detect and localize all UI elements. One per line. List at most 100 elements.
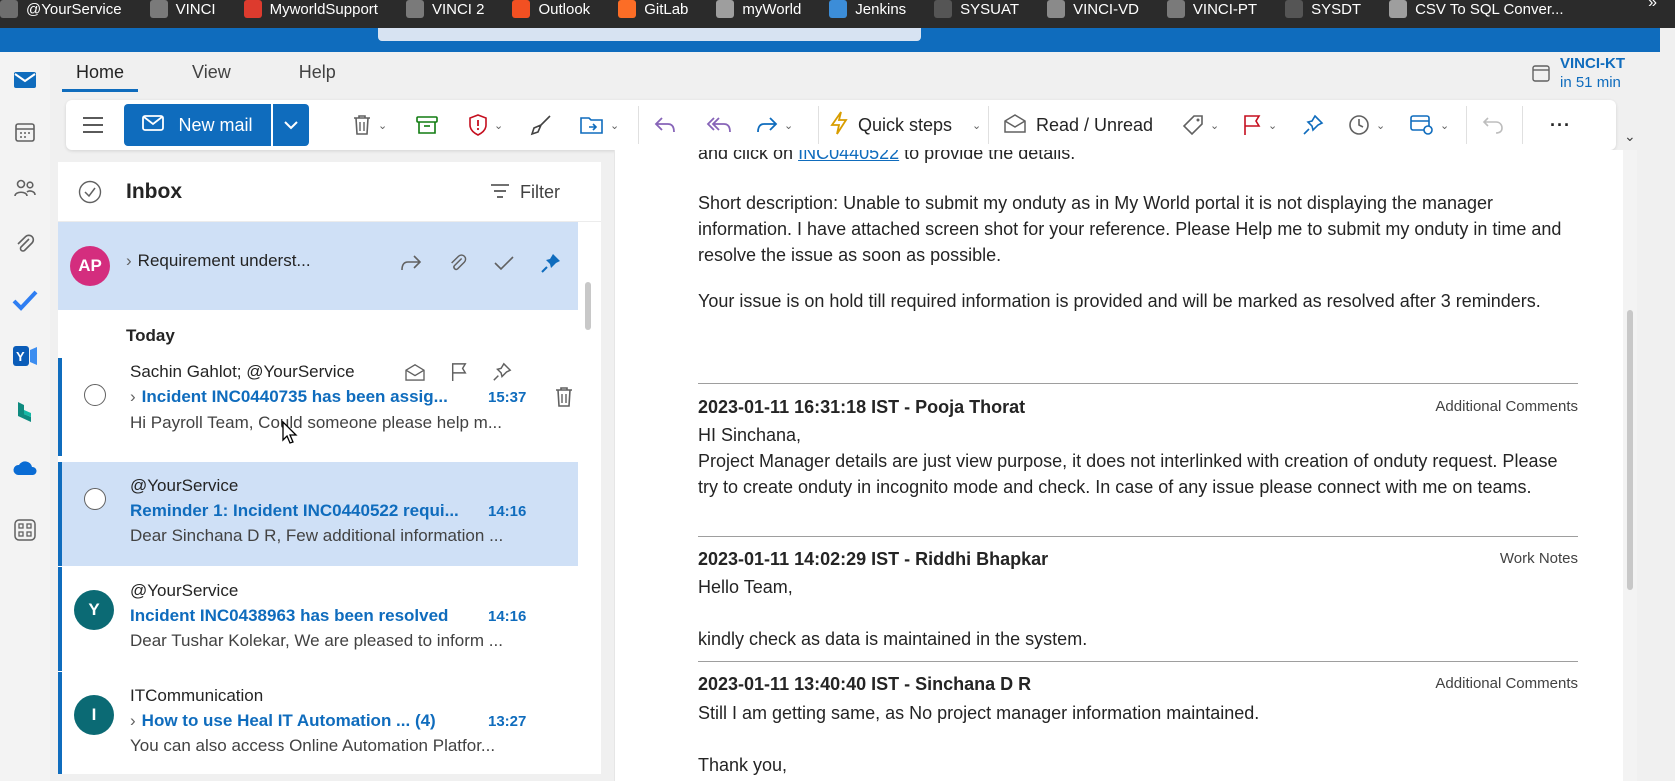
mouse-cursor-icon <box>282 420 298 451</box>
read-unread-button[interactable]: Read / Unread <box>1004 100 1153 150</box>
people-icon[interactable] <box>11 174 39 202</box>
toolbar-separator <box>1466 106 1467 144</box>
search-box[interactable] <box>378 28 921 41</box>
list-item-selected[interactable]: @YourService Reminder 1: Incident INC044… <box>58 462 578 566</box>
bookmark-favicon-icon <box>716 0 735 18</box>
calendar-icon[interactable] <box>11 118 39 146</box>
quick-steps-dropdown[interactable]: ⌄ <box>966 100 981 150</box>
sweep-broom-icon[interactable] <box>530 100 552 150</box>
bookmark-item[interactable]: myWorld <box>716 0 801 18</box>
select-radio[interactable] <box>84 488 106 510</box>
subject-text: How to use Heal IT Automation ... (4) <box>141 711 436 730</box>
new-mail-dropdown[interactable] <box>273 104 309 146</box>
more-apps-icon[interactable] <box>11 516 39 544</box>
collapse-ribbon-icon[interactable]: ⌄ <box>1624 128 1636 145</box>
bookmark-item[interactable]: VINCI-VD <box>1047 0 1139 18</box>
more-options-button[interactable]: ··· <box>1550 100 1571 150</box>
bookmark-item[interactable]: VINCI-PT <box>1166 0 1257 18</box>
tab-home[interactable]: Home <box>62 56 139 92</box>
archive-icon[interactable] <box>416 100 438 150</box>
meeting-reminder[interactable]: VINCI-KT in 51 min <box>1532 54 1625 92</box>
list-item[interactable]: Y @YourService Incident INC0438963 has b… <box>58 567 578 671</box>
select-all-checkbox-icon[interactable] <box>78 180 102 209</box>
bookmark-favicon-icon <box>149 0 168 18</box>
move-to-folder-icon[interactable]: ⌄ <box>580 100 619 150</box>
delete-icon[interactable] <box>554 386 574 413</box>
incident-link[interactable]: INC0440522 <box>798 150 899 163</box>
toolbar-separator <box>818 106 819 144</box>
flag-icon[interactable] <box>450 362 468 387</box>
message-subject: › Incident INC0440735 has been assig... <box>130 387 448 406</box>
reminder-time: in 51 min <box>1560 74 1621 91</box>
reading-top-line: and click on INC0440522 to provide the d… <box>698 150 1578 166</box>
bookmark-item[interactable]: GitLab <box>618 0 688 18</box>
reply-icon[interactable] <box>654 100 676 150</box>
message-sender: Sachin Gahlot; @YourService <box>130 362 355 381</box>
forward-icon[interactable]: ⌄ <box>756 100 793 150</box>
undo-icon[interactable] <box>1482 100 1504 150</box>
list-item[interactable]: I ITCommunication › How to use Heal IT Au… <box>58 672 578 774</box>
bookmark-label: myWorld <box>742 0 802 18</box>
hamburger-icon[interactable] <box>82 100 104 150</box>
bookmark-item[interactable]: VINCI <box>149 0 216 18</box>
bookmark-item[interactable]: Outlook <box>512 0 590 18</box>
list-item-pinned[interactable]: AP › Requirement underst... <box>58 222 578 310</box>
message-sender: @YourService <box>130 476 239 495</box>
report-shield-icon[interactable]: ⌄ <box>468 100 503 150</box>
mark-done-icon[interactable] <box>494 255 514 276</box>
entry-line: Hello Team, <box>698 577 793 597</box>
bookmark-item[interactable]: SYSDT <box>1285 0 1361 18</box>
flag-icon[interactable]: ⌄ <box>1242 100 1277 150</box>
bookmark-item[interactable]: MyworldSupport <box>243 0 378 18</box>
row-actions <box>400 252 562 279</box>
rules-icon[interactable]: ⌄ <box>1410 100 1449 150</box>
new-mail-button[interactable]: New mail <box>124 104 271 146</box>
mail-icon[interactable] <box>11 66 39 94</box>
ribbon-toolbar: New mail ⌄ ⌄ ⌄ ⌄ Quick steps ⌄ Read / Un… <box>66 100 1616 150</box>
reading-scroll-thumb[interactable] <box>1627 310 1633 590</box>
attachment-icon[interactable] <box>11 230 39 258</box>
reply-all-icon[interactable] <box>706 100 732 150</box>
bookmarks-overflow-button[interactable]: » <box>1648 0 1657 12</box>
bookmark-item[interactable]: @YourService <box>0 0 122 18</box>
toolbar-separator <box>1522 106 1523 144</box>
forward-icon[interactable] <box>400 254 422 277</box>
bookmark-label: CSV To SQL Conver... <box>1415 0 1564 18</box>
select-radio[interactable] <box>84 384 106 406</box>
bookmark-item[interactable]: VINCI 2 <box>405 0 484 18</box>
reminder-title: VINCI-KT <box>1560 55 1625 72</box>
avatar: AP <box>70 246 110 286</box>
list-item[interactable]: Sachin Gahlot; @YourService › Incident IN… <box>58 358 578 456</box>
bookmark-favicon-icon <box>1389 0 1408 18</box>
tag-icon[interactable]: ⌄ <box>1182 100 1219 150</box>
entry-line: Thank you, <box>698 755 788 775</box>
pin-icon[interactable] <box>1302 100 1324 150</box>
entry-header-text: 2023-01-11 14:02:29 IST - Riddhi Bhapkar <box>698 549 1049 569</box>
yammer-icon[interactable]: Y <box>11 342 39 370</box>
bookmark-item[interactable]: Jenkins <box>829 0 906 18</box>
message-subject: Incident INC0438963 has been resolved <box>130 606 449 625</box>
pinned-icon[interactable] <box>540 252 562 279</box>
row-actions <box>404 362 512 387</box>
bookmark-item[interactable]: CSV To SQL Conver... <box>1389 0 1564 18</box>
pin-icon[interactable] <box>492 362 512 387</box>
bookmark-favicon-icon <box>934 0 953 18</box>
app-rail: Y <box>0 52 50 781</box>
list-scrollbar[interactable] <box>585 282 591 330</box>
delete-button[interactable]: ⌄ <box>352 100 387 150</box>
tab-view[interactable]: View <box>178 56 245 92</box>
bookmark-favicon-icon <box>829 0 848 18</box>
filter-button[interactable]: Filter <box>490 182 560 205</box>
attachment-icon[interactable] <box>448 253 468 278</box>
bookings-icon[interactable] <box>11 398 39 426</box>
todo-icon[interactable] <box>11 286 39 314</box>
tab-help[interactable]: Help <box>285 56 350 92</box>
onedrive-icon[interactable] <box>11 454 39 482</box>
reading-scrollbar[interactable] <box>1623 150 1637 781</box>
mark-read-icon[interactable] <box>404 363 426 386</box>
bookmark-item[interactable]: SYSUAT <box>934 0 1019 18</box>
calendar-reminder-icon <box>1532 54 1550 92</box>
quick-steps-button[interactable]: Quick steps <box>830 100 952 150</box>
snooze-clock-icon[interactable]: ⌄ <box>1348 100 1385 150</box>
entry-type: Additional Comments <box>1435 675 1578 692</box>
